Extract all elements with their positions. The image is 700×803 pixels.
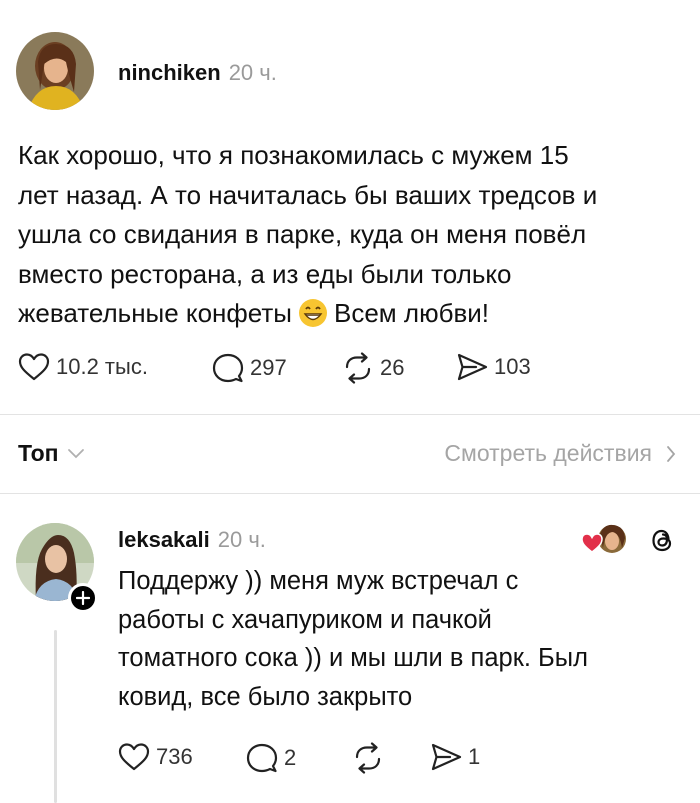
share-count: 103 xyxy=(494,354,531,379)
reply-share-button[interactable]: 1 xyxy=(430,742,480,772)
view-activity-link[interactable]: Смотреть действия xyxy=(444,440,676,467)
chevron-right-icon xyxy=(667,445,676,462)
reply-header: leksakali 20 ч. xyxy=(118,527,266,553)
post-body: Как хорошо, что я познакомилась с мужем … xyxy=(18,136,688,334)
reply-comment-button[interactable]: 2 xyxy=(246,742,296,774)
heart-icon xyxy=(18,353,50,381)
divider xyxy=(0,414,700,415)
reply-like-button[interactable]: 736 xyxy=(118,742,193,772)
post-time: 20 ч. xyxy=(228,60,277,85)
post-line-last: жевательные конфеты Всем любви! xyxy=(18,294,688,334)
reply-line: томатного сока )) и мы шли в парк. Был xyxy=(118,644,588,673)
heart-icon xyxy=(118,743,150,771)
view-activity-label: Смотреть действия xyxy=(444,440,652,466)
post-header: ninchiken 20 ч. xyxy=(118,60,277,86)
repost-count: 26 xyxy=(380,355,405,380)
comment-button[interactable]: 297 xyxy=(212,352,287,384)
liked-by-author-icon xyxy=(581,524,626,553)
reply-body: Поддержу )) меня муж встречал с работы с… xyxy=(118,562,688,717)
repost-icon xyxy=(345,352,371,384)
chevron-down-icon xyxy=(67,448,84,458)
send-icon xyxy=(457,353,488,381)
share-button[interactable]: 103 xyxy=(456,352,531,382)
reply-repost-button[interactable] xyxy=(352,742,384,774)
post-line: ушла со свидания в парке, куда он меня п… xyxy=(18,219,587,249)
send-icon xyxy=(431,743,462,771)
post-line: Как хорошо, что я познакомилась с мужем … xyxy=(18,140,569,170)
post-avatar[interactable] xyxy=(16,32,94,110)
repost-button[interactable]: 26 xyxy=(342,352,404,384)
post-line-text: жевательные конфеты xyxy=(18,298,292,328)
reply-comment-count: 2 xyxy=(284,745,297,770)
post-line: лет назад. А то начиталась бы ваших тред… xyxy=(18,179,598,210)
reply-share-count: 1 xyxy=(468,744,481,769)
reply-line: Поддержу )) меня муж встречал с xyxy=(118,567,519,595)
follow-plus-button[interactable] xyxy=(68,583,98,613)
grinning-face-emoji xyxy=(299,299,327,327)
post-line: вместо ресторана, а из еды были только xyxy=(18,258,512,289)
threads-icon[interactable] xyxy=(648,526,676,554)
comment-count: 297 xyxy=(250,355,287,380)
repost-icon xyxy=(355,742,381,774)
thread-line xyxy=(54,630,57,803)
reply-like-count: 736 xyxy=(156,744,193,769)
post-line-tail: Всем любви! xyxy=(334,298,490,328)
like-count: 10.2 тыс. xyxy=(56,354,148,379)
sort-dropdown[interactable]: Топ xyxy=(18,440,85,467)
like-button[interactable]: 10.2 тыс. xyxy=(18,352,148,382)
post-username[interactable]: ninchiken xyxy=(118,60,221,85)
reply-line: ковид, все было закрыто xyxy=(118,683,413,712)
comment-icon xyxy=(246,743,278,773)
reply-time: 20 ч. xyxy=(217,527,266,552)
divider xyxy=(0,493,700,494)
sort-label: Топ xyxy=(18,440,59,466)
plus-icon xyxy=(76,591,90,605)
reply-username[interactable]: leksakali xyxy=(118,527,210,552)
reply-line: работы с хачапуриком и пачкой xyxy=(118,605,492,634)
comment-icon xyxy=(212,353,244,383)
author-liked-badge xyxy=(580,522,628,556)
